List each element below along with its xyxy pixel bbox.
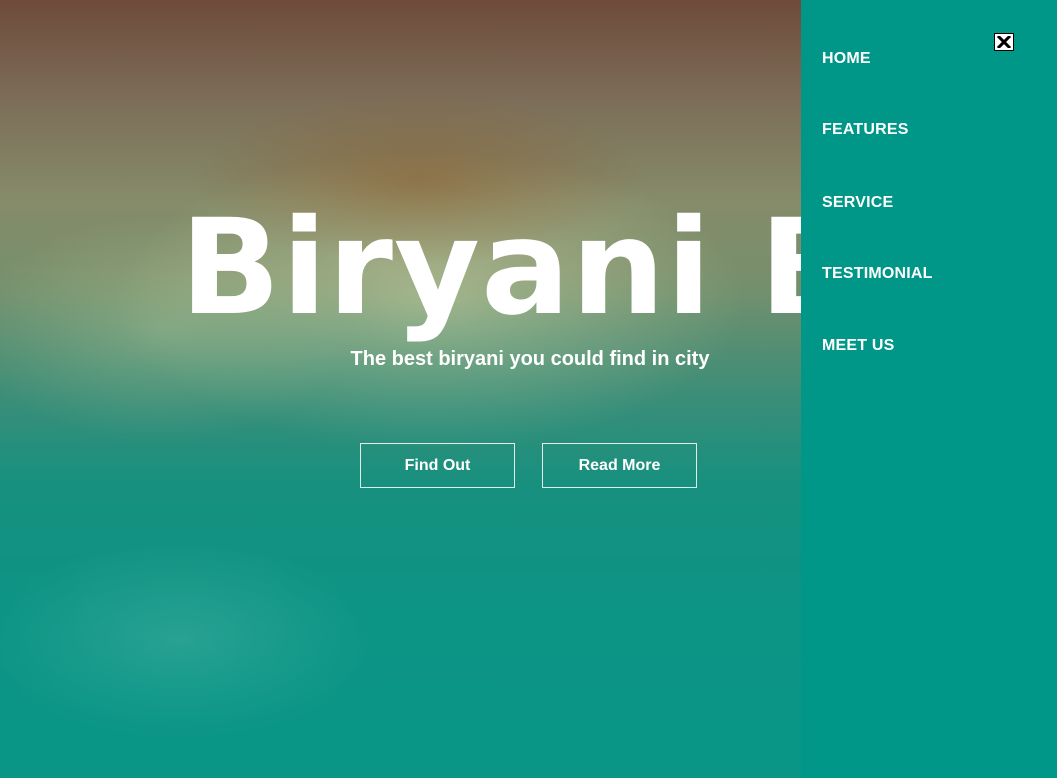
find-out-button[interactable]: Find Out bbox=[360, 443, 515, 488]
close-icon bbox=[997, 36, 1011, 48]
nav-item-service[interactable]: SERVICE bbox=[822, 194, 893, 212]
read-more-button[interactable]: Read More bbox=[542, 443, 697, 488]
hero-subtitle: The best biryani you could find in city bbox=[350, 348, 710, 370]
nav-item-meet-us[interactable]: MEET US bbox=[822, 337, 895, 355]
side-navigation: HOME FEATURES SERVICE TESTIMONIAL MEET U… bbox=[801, 0, 1057, 778]
page: Biryani Ba The best biryani you could fi… bbox=[0, 0, 1057, 778]
nav-item-features[interactable]: FEATURES bbox=[822, 121, 909, 139]
close-button[interactable] bbox=[994, 33, 1014, 51]
nav-item-testimonial[interactable]: TESTIMONIAL bbox=[822, 265, 933, 283]
nav-item-home[interactable]: HOME bbox=[822, 50, 871, 68]
